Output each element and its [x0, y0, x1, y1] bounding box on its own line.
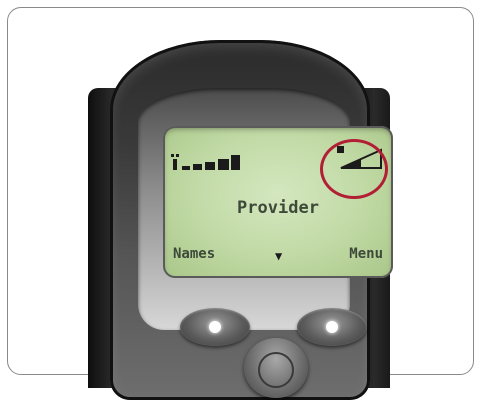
- right-soft-button[interactable]: [297, 308, 367, 346]
- provider-label: Provider: [237, 198, 319, 218]
- right-button-light: [326, 321, 338, 333]
- softkey-names-label: Names: [173, 246, 216, 262]
- battery-highlight-circle: [320, 139, 388, 199]
- left-button-light: [209, 321, 221, 333]
- softkey-menu-label: Menu: [349, 246, 383, 262]
- left-soft-button[interactable]: [180, 308, 250, 346]
- signal-strength-icon: [171, 154, 240, 170]
- navigation-button[interactable]: [244, 338, 308, 398]
- scroll-down-icon: ▼: [275, 249, 283, 263]
